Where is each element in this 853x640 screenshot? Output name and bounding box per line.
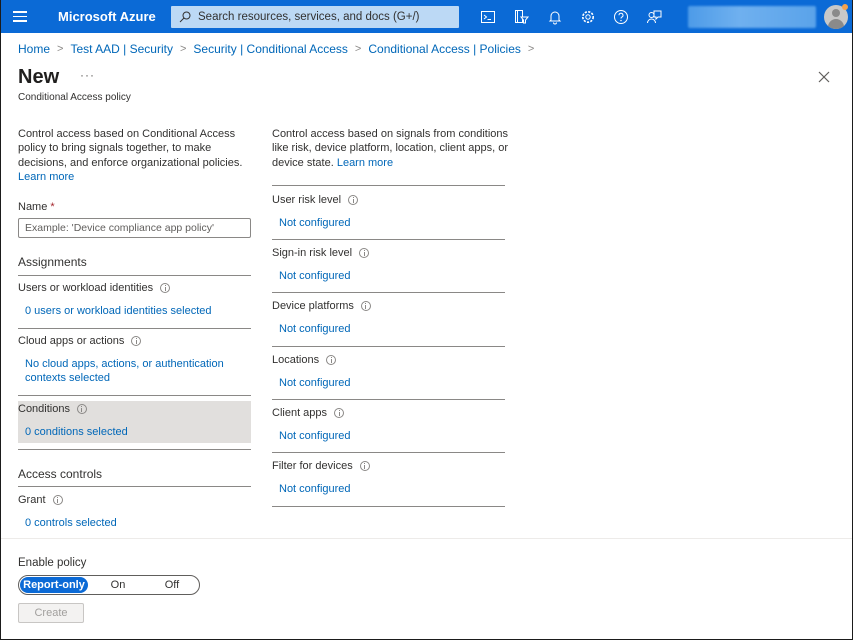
toggle-report-only[interactable]: Report-only [20, 577, 88, 593]
more-options-button[interactable]: ··· [80, 68, 95, 82]
breadcrumb-conditional-access-policies[interactable]: Conditional Access | Policies [368, 42, 521, 56]
users-label: Users or workload identities [18, 282, 171, 294]
sign-in-risk-label: Sign-in risk level [272, 247, 370, 259]
users-selection-link[interactable]: 0 users or workload identities selected [25, 304, 211, 318]
conditions-label: Conditions [18, 403, 87, 415]
search-icon [179, 11, 191, 23]
info-icon[interactable] [52, 495, 63, 505]
chevron-right-icon: > [527, 43, 535, 55]
right-description: Control access based on signals from con… [272, 127, 508, 170]
filter-devices-label: Filter for devices [272, 460, 370, 472]
divider [18, 449, 251, 450]
divider [272, 346, 505, 347]
locations-label: Locations [272, 354, 337, 366]
breadcrumb-test-aad-security[interactable]: Test AAD | Security [70, 42, 173, 56]
grant-selection-link[interactable]: 0 controls selected [25, 516, 117, 530]
sign-in-risk-label-text: Sign-in risk level [272, 247, 353, 259]
info-icon[interactable] [359, 461, 370, 471]
portal-menu-icon[interactable] [11, 8, 29, 24]
client-apps-label-text: Client apps [272, 407, 328, 419]
enable-policy-toggle: Report-only On Off [18, 575, 200, 595]
feedback-icon[interactable] [645, 8, 663, 26]
left-description-text: Control access based on Conditional Acce… [18, 128, 243, 169]
divider [272, 506, 505, 507]
info-icon[interactable] [360, 301, 371, 311]
device-platforms-label: Device platforms [272, 300, 371, 312]
left-description: Control access based on Conditional Acce… [18, 127, 252, 184]
name-label: Name * [18, 201, 55, 213]
locations-label-text: Locations [272, 354, 320, 366]
settings-icon[interactable] [579, 8, 597, 26]
global-search-input[interactable]: Search resources, services, and docs (G+… [171, 6, 459, 28]
client-apps-label: Client apps [272, 407, 345, 419]
left-learn-more-link[interactable]: Learn more [18, 170, 252, 184]
grant-label-text: Grant [18, 494, 46, 506]
info-icon[interactable] [326, 355, 337, 365]
locations-link[interactable]: Not configured [279, 376, 351, 390]
filter-devices-label-text: Filter for devices [272, 460, 353, 472]
chevron-right-icon: > [179, 43, 187, 55]
divider [18, 395, 251, 396]
filter-devices-link[interactable]: Not configured [279, 482, 351, 496]
info-icon[interactable] [359, 248, 370, 258]
device-platforms-label-text: Device platforms [272, 300, 354, 312]
assignments-heading: Assignments [18, 255, 87, 269]
toggle-off[interactable]: Off [148, 577, 196, 593]
directory-filter-icon[interactable] [512, 8, 530, 26]
chevron-right-icon: > [57, 43, 64, 55]
footer-divider [1, 538, 852, 539]
chevron-right-icon: > [354, 43, 362, 55]
breadcrumb-security-conditional-access[interactable]: Security | Conditional Access [193, 42, 348, 56]
divider [272, 239, 505, 240]
client-apps-link[interactable]: Not configured [279, 429, 351, 443]
notifications-icon[interactable] [546, 8, 564, 26]
divider [272, 292, 505, 293]
breadcrumb: Home > Test AAD | Security > Security | … [18, 42, 541, 56]
divider [18, 486, 251, 487]
divider [18, 328, 251, 329]
required-mark: * [50, 201, 55, 213]
status-dot [842, 4, 848, 10]
sign-in-risk-link[interactable]: Not configured [279, 269, 351, 283]
toggle-on[interactable]: On [88, 577, 148, 593]
account-name[interactable] [688, 6, 816, 28]
right-learn-more-link[interactable]: Learn more [337, 157, 393, 169]
user-risk-label-text: User risk level [272, 194, 342, 206]
conditions-label-text: Conditions [18, 403, 70, 415]
close-icon[interactable] [816, 69, 832, 85]
conditions-selection-link[interactable]: 0 conditions selected [25, 425, 128, 439]
app-frame: Microsoft Azure Search resources, servic… [0, 0, 853, 640]
help-icon[interactable] [612, 8, 630, 26]
cloud-apps-label: Cloud apps or actions [18, 335, 142, 347]
divider [18, 275, 251, 276]
divider [272, 185, 505, 186]
cloud-apps-selection-link[interactable]: No cloud apps, actions, or authenticatio… [25, 357, 240, 386]
users-label-text: Users or workload identities [18, 282, 154, 294]
info-icon[interactable] [131, 336, 142, 346]
policy-name-input[interactable] [18, 218, 251, 238]
user-risk-label: User risk level [272, 194, 359, 206]
cloud-shell-icon[interactable] [479, 8, 497, 26]
enable-policy-label: Enable policy [18, 557, 87, 569]
info-icon[interactable] [334, 408, 345, 418]
page-title: New [18, 66, 60, 88]
search-placeholder: Search resources, services, and docs (G+… [198, 11, 420, 23]
device-platforms-link[interactable]: Not configured [279, 322, 351, 336]
info-icon[interactable] [76, 404, 87, 414]
create-button[interactable]: Create [18, 603, 84, 623]
divider [272, 399, 505, 400]
top-bar: Microsoft Azure Search resources, servic… [1, 0, 852, 33]
divider [272, 452, 505, 453]
user-risk-link[interactable]: Not configured [279, 216, 351, 230]
info-icon[interactable] [348, 195, 359, 205]
info-icon[interactable] [160, 283, 171, 293]
cloud-apps-label-text: Cloud apps or actions [18, 335, 125, 347]
page-subtitle: Conditional Access policy [18, 92, 131, 103]
breadcrumb-home[interactable]: Home [18, 42, 50, 56]
grant-label: Grant [18, 494, 63, 506]
name-label-text: Name [18, 201, 48, 213]
access-controls-heading: Access controls [18, 467, 103, 481]
brand-title[interactable]: Microsoft Azure [58, 9, 156, 24]
